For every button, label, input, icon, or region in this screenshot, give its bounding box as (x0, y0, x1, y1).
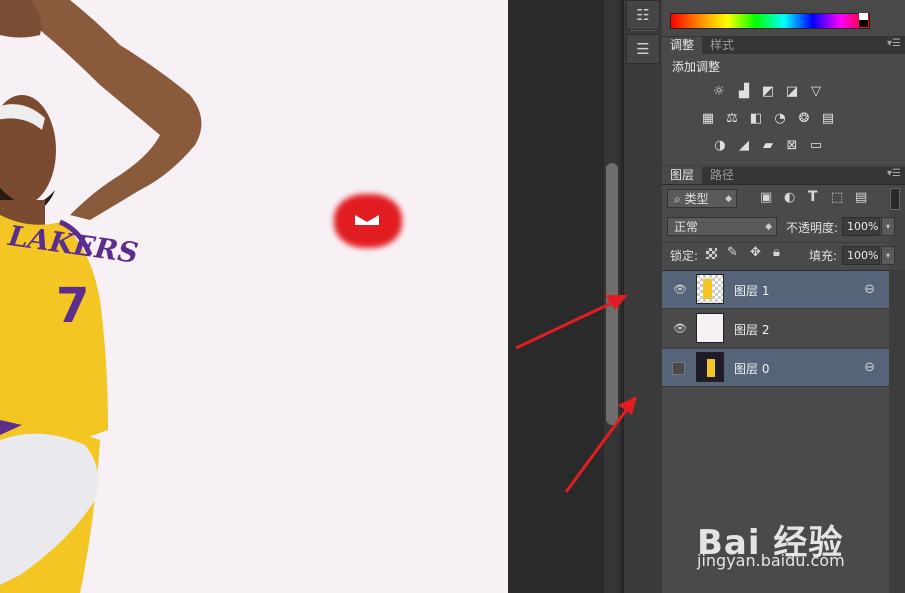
channel-mixer-icon[interactable]: ❂ (796, 110, 812, 126)
filter-toggle[interactable] (890, 188, 900, 210)
link-icon: ⊖ (864, 360, 875, 375)
visibility-eye-icon[interactable]: 👁︎ (673, 283, 687, 297)
adjustments-tabbar: 调整 样式 ▾☰ (662, 37, 905, 55)
layer-row[interactable]: 👁︎ 图层 2 (662, 310, 889, 348)
color-lookup-icon[interactable]: ▤ (820, 110, 836, 126)
layer-name[interactable]: 图层 2 (734, 321, 769, 338)
selective-color-icon[interactable]: ⊠ (784, 137, 800, 153)
tab-adjustments[interactable]: 调整 (662, 37, 703, 54)
lock-position-icon[interactable]: ✥ (750, 245, 761, 260)
document-canvas[interactable]: LAKERS 7 (0, 0, 508, 593)
jersey-number: 7 (56, 278, 90, 334)
opacity-dropdown[interactable]: ▾ (881, 217, 895, 236)
opacity-label: 不透明度: (786, 221, 839, 235)
layer-thumbnail (696, 274, 724, 304)
visibility-toggle[interactable] (672, 362, 685, 375)
lock-pixels-icon[interactable]: ✎ (727, 245, 738, 260)
vertical-scrollbar-thumb[interactable] (606, 163, 618, 425)
paragraph-panel-icon[interactable]: ☰ (626, 34, 660, 64)
tab-layers[interactable]: 图层 (662, 167, 703, 184)
posterize-icon[interactable]: ◢ (736, 137, 752, 153)
filter-label: 类型 (684, 192, 709, 206)
opacity-input[interactable]: 100% (842, 217, 880, 236)
adjustments-title: 添加调整 (672, 60, 721, 74)
layer-name[interactable]: 图层 1 (734, 282, 769, 299)
gradient-map-icon[interactable]: ▭ (808, 137, 824, 153)
layer-filter-select[interactable]: ⌕ 类型 ◆ (667, 189, 737, 208)
tab-paths[interactable]: 路径 (702, 167, 742, 184)
divider (662, 242, 889, 243)
lock-transparency-icon[interactable] (706, 248, 717, 259)
blend-mode-value: 正常 (674, 220, 699, 234)
black-white-swatch[interactable] (859, 13, 868, 27)
levels-icon[interactable]: ▟ (736, 83, 752, 99)
layer-row[interactable]: 图层 0 ⊖ (662, 349, 889, 387)
curves-icon[interactable]: ◩ (760, 83, 776, 99)
lock-label: 锁定: (670, 249, 699, 263)
search-icon: ⌕ (674, 192, 685, 206)
color-balance-icon[interactable]: ⚖ (724, 110, 740, 126)
layers-menu-icon[interactable]: ▾☰ (887, 168, 901, 179)
pixel-filter-icon[interactable]: ▣ (760, 190, 772, 205)
vibrance-icon[interactable]: ▽ (808, 83, 824, 99)
black-white-icon[interactable]: ◧ (748, 110, 764, 126)
fill-label: 填充: (809, 249, 838, 263)
visibility-eye-icon[interactable]: 👁︎ (673, 322, 687, 336)
exposure-icon[interactable]: ◪ (784, 83, 800, 99)
shape-filter-icon[interactable]: ⬚ (831, 190, 843, 205)
photo-filter-icon[interactable]: ◔ (772, 110, 788, 126)
color-spectrum[interactable] (670, 13, 870, 29)
smart-object-filter-icon[interactable]: ▤ (855, 190, 867, 205)
tab-styles[interactable]: 样式 (702, 37, 742, 54)
layer-name[interactable]: 图层 0 (734, 360, 769, 377)
layer-thumbnail (696, 352, 724, 382)
fill-dropdown[interactable]: ▾ (881, 246, 895, 265)
link-icon: ⊖ (864, 282, 875, 297)
dock-divider (631, 30, 655, 32)
fill-input[interactable]: 100% (842, 246, 880, 265)
panel-menu-icon[interactable]: ▾☰ (887, 38, 901, 49)
annotation-mark-icon (355, 215, 379, 225)
hue-saturation-icon[interactable]: ▦ (700, 110, 716, 126)
properties-panel-icon[interactable]: ☷ (626, 0, 660, 30)
brightness-icon[interactable]: ☼ (711, 83, 727, 99)
invert-icon[interactable]: ◑ (712, 137, 728, 153)
layers-scrollbar[interactable] (889, 270, 905, 593)
panel-dock-strip (623, 0, 664, 593)
adjustment-filter-icon[interactable]: ◐ (784, 190, 795, 205)
blend-mode-select[interactable]: 正常 ◆ (667, 217, 777, 236)
layer-row[interactable]: 👁︎ 图层 1 ⊖ (662, 271, 889, 309)
threshold-icon[interactable]: ▰ (760, 137, 776, 153)
layers-tabbar: 图层 路径 ▾☰ (662, 167, 905, 185)
lock-all-icon[interactable]: 🔒︎ (773, 245, 780, 260)
layer-thumbnail (696, 313, 724, 343)
type-filter-icon[interactable]: T (808, 189, 818, 205)
watermark-url: jingyan.baidu.com (697, 551, 845, 570)
